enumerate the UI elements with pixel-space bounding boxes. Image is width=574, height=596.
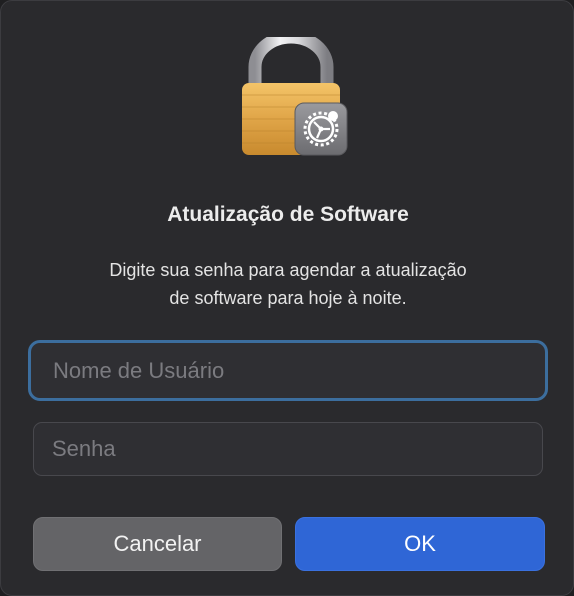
password-field <box>33 422 543 476</box>
dialog-message-line-2: de software para hoje à noite. <box>169 288 407 308</box>
username-input[interactable] <box>31 343 545 398</box>
dialog-message-line-1: Digite sua senha para agendar a atualiza… <box>109 260 467 280</box>
ok-button[interactable]: OK <box>295 517 545 571</box>
dialog-message: Digite sua senha para agendar a atualiza… <box>41 256 535 312</box>
dialog-title: Atualização de Software <box>167 203 409 226</box>
username-field <box>28 340 548 401</box>
software-update-auth-dialog: Atualização de Software Digite sua senha… <box>0 0 574 596</box>
lock-with-gear-icon <box>237 30 349 159</box>
password-input[interactable] <box>34 423 542 475</box>
cancel-button[interactable]: Cancelar <box>33 517 282 571</box>
